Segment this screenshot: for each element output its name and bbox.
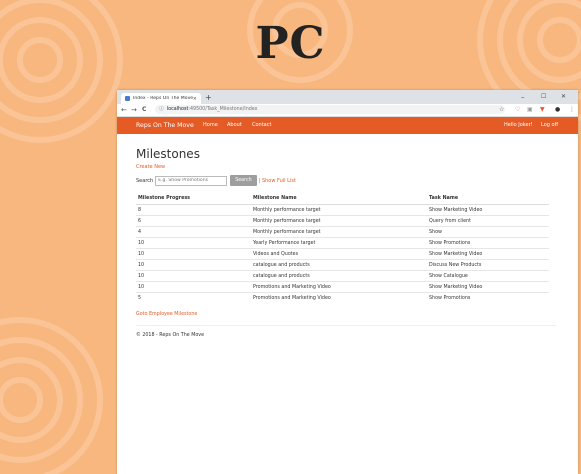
table-row: 10 catalogue and products Show Catalogue [136, 270, 549, 282]
search-input[interactable] [155, 175, 228, 186]
browser-tab[interactable]: Index - Reps On The Move × [121, 93, 201, 104]
table-header-row: Milestone Progress Milestone Name Task N… [136, 193, 549, 205]
reload-button[interactable]: C [142, 105, 146, 115]
user-greeting[interactable]: Hello Joker! [504, 117, 533, 134]
main-content: Milestones Create New Search Search | Sh… [136, 147, 556, 338]
bookmark-star-icon[interactable]: ☆ [499, 105, 504, 115]
cell-milestone: Monthly performance target [251, 204, 427, 216]
back-button[interactable]: ← [121, 105, 127, 115]
menu-icon[interactable]: ⋮ [569, 105, 575, 115]
cell-progress: 6 [136, 215, 251, 227]
logoff-link[interactable]: Log off [541, 117, 558, 134]
search-row: Search Search | Show Full List [136, 175, 556, 186]
cell-milestone: Monthly performance target [251, 215, 427, 227]
table-row: 4 Monthly performance target Show [136, 226, 549, 238]
extension-shield-icon[interactable]: ♡ [515, 105, 520, 115]
url-field[interactable]: ⓘ localhost:49500/Task_Milestone/Index [155, 105, 505, 114]
brand-link[interactable]: Reps On The Move [136, 117, 194, 134]
close-tab-icon[interactable]: × [193, 96, 197, 102]
column-header: Milestone Progress [136, 193, 251, 205]
nav-contact[interactable]: Contact [252, 117, 271, 134]
table-row: 10 catalogue and products Discuss New Prod… [136, 259, 549, 271]
cell-task: Show Marketing Video [427, 281, 549, 293]
url-path: :49500/Task_Milestone/Index [188, 107, 258, 112]
table-row: 10 Yearly Performance target Show Promotio… [136, 237, 549, 249]
cell-progress: 10 [136, 248, 251, 260]
show-full-list-link[interactable]: | Show Full List [259, 178, 296, 184]
create-new-link[interactable]: Create New [136, 164, 556, 170]
cell-milestone: catalogue and products [251, 270, 427, 282]
cell-progress: 4 [136, 226, 251, 238]
search-button[interactable]: Search [230, 175, 257, 186]
cell-milestone: Yearly Performance target [251, 237, 427, 249]
footer-text: © 2018 - Reps On The Move [136, 333, 205, 338]
tab-title: Index - Reps On The Move [133, 96, 193, 101]
maximize-button[interactable]: ☐ [541, 92, 546, 102]
column-header: Task Name [427, 193, 549, 205]
cell-progress: 8 [136, 204, 251, 216]
cell-progress: 10 [136, 237, 251, 249]
minimize-button[interactable]: – [521, 92, 525, 102]
column-header: Milestone Name [251, 193, 427, 205]
favicon-icon [125, 96, 130, 101]
goto-employee-milestone-link[interactable]: Goto Employee Milestone [136, 312, 556, 317]
cell-milestone: Videos and Quotes [251, 248, 427, 260]
table-row: 6 Monthly performance target Query from cl… [136, 215, 549, 227]
cell-task: Query from client [427, 215, 549, 227]
nav-about[interactable]: About [227, 117, 242, 134]
cell-milestone: Promotions and Marketing Video [251, 281, 427, 293]
cell-task: Show [427, 226, 549, 238]
cell-task: Show Promotions [427, 237, 549, 249]
nav-home[interactable]: Home [203, 117, 218, 134]
milestones-table: Milestone Progress Milestone Name Task N… [136, 193, 549, 303]
divider [136, 325, 556, 326]
cell-milestone: catalogue and products [251, 259, 427, 271]
cell-task: Show Catalogue [427, 270, 549, 282]
close-window-button[interactable]: ✕ [561, 92, 566, 102]
cell-milestone: Monthly performance target [251, 226, 427, 238]
cell-task: Show Marketing Video [427, 248, 549, 260]
cell-milestone: Promotions and Marketing Video [251, 292, 427, 303]
info-icon[interactable]: ⓘ [159, 105, 164, 114]
table-row: 10 Promotions and Marketing Video Show Mar… [136, 281, 549, 293]
cell-task: Show Marketing Video [427, 204, 549, 216]
cell-progress: 10 [136, 281, 251, 293]
extension-lion-icon[interactable]: ▼ [540, 105, 545, 115]
forward-button[interactable]: → [131, 105, 137, 115]
page-title: Milestones [136, 147, 200, 161]
hero-title: PC [255, 18, 326, 69]
table-row: 10 Videos and Quotes Show Marketing Video [136, 248, 549, 260]
address-bar: ← → C ⓘ localhost:49500/Task_Milestone/In… [117, 104, 578, 117]
search-label: Search [136, 177, 154, 184]
cell-task: Discuss New Products [427, 259, 549, 271]
tab-strip: Index - Reps On The Move × + – ☐ ✕ [117, 90, 578, 104]
table-row: 5 Promotions and Marketing Video Show Prom… [136, 292, 549, 303]
extension-puzzle-icon[interactable]: ▣ [527, 105, 533, 115]
site-navbar: Reps On The Move Home About Contact Hell… [117, 117, 578, 134]
cell-task: Show Promotions [427, 292, 549, 303]
table-row: 8 Monthly performance target Show Marketin… [136, 204, 549, 216]
cell-progress: 10 [136, 259, 251, 271]
new-tab-button[interactable]: + [205, 92, 212, 103]
cell-progress: 10 [136, 270, 251, 282]
browser-window: Index - Reps On The Move × + – ☐ ✕ ← → C… [117, 90, 578, 474]
profile-icon[interactable]: ● [555, 105, 560, 115]
cell-progress: 5 [136, 292, 251, 303]
url-host: localhost [166, 107, 189, 112]
